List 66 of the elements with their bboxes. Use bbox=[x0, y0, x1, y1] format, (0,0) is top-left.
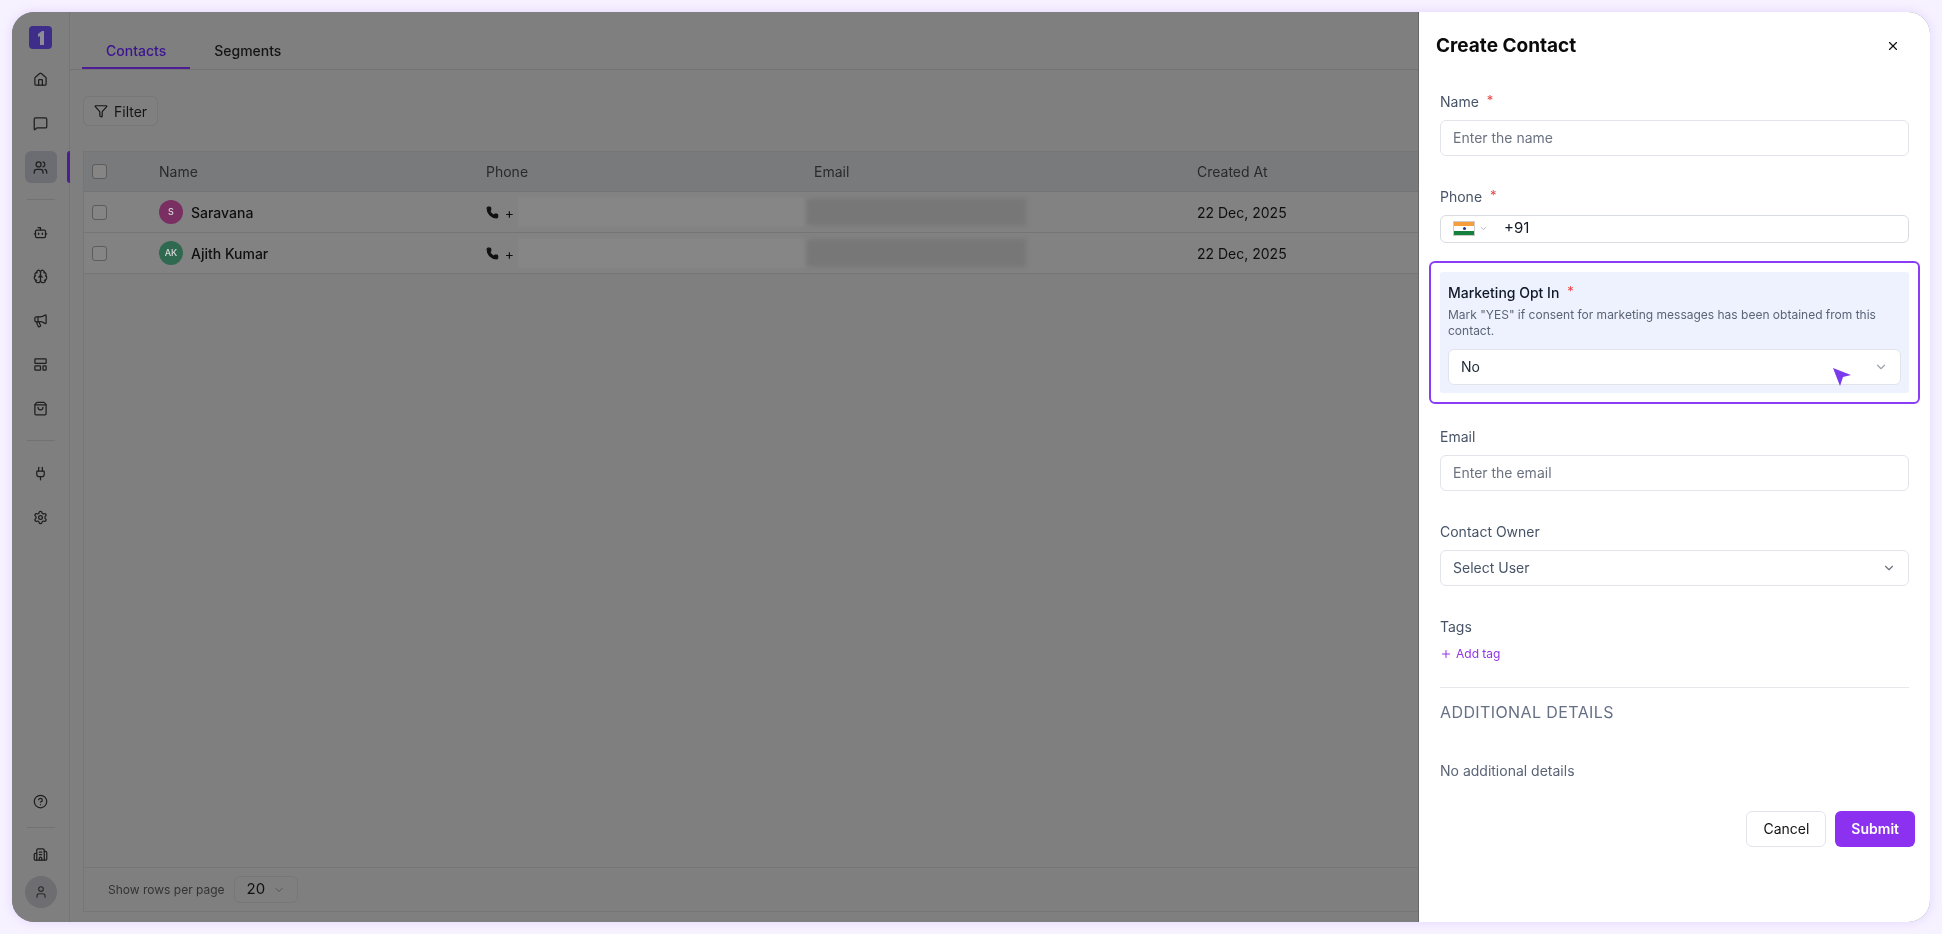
home-icon bbox=[33, 71, 48, 87]
column-header: Name bbox=[159, 163, 198, 180]
created-date: 22 Dec, 2025 bbox=[1197, 244, 1287, 262]
section-title: ADDITIONAL DETAILS bbox=[1440, 700, 1615, 724]
required-mark: * bbox=[1486, 91, 1494, 111]
required-mark: * bbox=[1490, 186, 1497, 206]
empty-state-text: No additional details bbox=[1440, 760, 1576, 781]
phone-icon bbox=[486, 246, 499, 260]
contact-name: Ajith Kumar bbox=[191, 243, 269, 264]
field-label: Tags bbox=[1440, 616, 1472, 637]
active-indicator bbox=[67, 151, 70, 183]
users-icon bbox=[33, 159, 48, 175]
phone-number: + bbox=[504, 202, 515, 223]
column-header: Phone bbox=[486, 163, 529, 180]
field-label: Phone bbox=[1440, 186, 1483, 207]
panel-title: Create Contact bbox=[1436, 33, 1577, 59]
contact-name: Saravana bbox=[191, 202, 254, 223]
phone-number: + bbox=[504, 243, 515, 264]
submit-button[interactable]: Submit bbox=[1835, 810, 1915, 847]
plug-icon bbox=[33, 465, 48, 481]
column-header: Created At bbox=[1197, 163, 1268, 180]
field-label: Email bbox=[1440, 426, 1476, 447]
checkbox[interactable] bbox=[92, 245, 107, 261]
checkbox[interactable] bbox=[92, 164, 107, 179]
tab[interactable]: Segments bbox=[190, 40, 306, 69]
bag-icon bbox=[33, 400, 48, 416]
india-flag-icon[interactable] bbox=[1453, 221, 1475, 236]
cancel-button[interactable]: Cancel bbox=[1746, 810, 1827, 847]
select-placeholder: Select User bbox=[1453, 558, 1530, 578]
checkbox[interactable] bbox=[92, 204, 107, 220]
logo-icon[interactable] bbox=[29, 26, 52, 49]
required-mark: * bbox=[1567, 282, 1574, 302]
rows-per-page-label: Show rows per page bbox=[108, 880, 225, 899]
rows-per-page-select[interactable]: 20 bbox=[233, 876, 299, 903]
avatar-button[interactable] bbox=[24, 876, 57, 908]
brain-icon bbox=[33, 268, 48, 284]
plus-icon bbox=[1440, 647, 1452, 660]
add-tag-link[interactable]: Add tag bbox=[1440, 644, 1501, 663]
help-text: Mark "YES" if consent for marketing messages has been obtained from this contact. bbox=[1448, 306, 1877, 339]
users-nav-button[interactable] bbox=[24, 151, 57, 183]
field-label: Marketing Opt In bbox=[1448, 282, 1560, 303]
megaphone-icon bbox=[33, 312, 48, 328]
field-label: Contact Owner bbox=[1440, 521, 1540, 542]
cursor-icon bbox=[1832, 366, 1852, 387]
text-field[interactable]: Enter the email bbox=[1440, 454, 1909, 491]
phone-value: +91 bbox=[1504, 217, 1530, 240]
filter-icon bbox=[94, 104, 108, 118]
robot-icon bbox=[33, 224, 48, 240]
select-field[interactable]: No bbox=[1448, 348, 1901, 385]
user-icon bbox=[33, 885, 48, 899]
settings-icon bbox=[33, 509, 48, 525]
field-label: Name bbox=[1440, 91, 1479, 112]
phone-field[interactable]: +91 bbox=[1440, 214, 1909, 243]
column-header: Email bbox=[814, 163, 850, 180]
filter-button[interactable]: Filter bbox=[83, 96, 159, 126]
avatar: AK bbox=[159, 241, 183, 265]
text-field[interactable]: Enter the name bbox=[1440, 119, 1909, 156]
chat-icon bbox=[33, 115, 48, 131]
avatar: S bbox=[159, 200, 183, 224]
layout-icon bbox=[33, 356, 48, 372]
building-icon bbox=[33, 846, 48, 862]
select-field[interactable]: Select User bbox=[1440, 549, 1909, 586]
help-icon bbox=[33, 793, 48, 809]
created-date: 22 Dec, 2025 bbox=[1197, 203, 1287, 221]
phone-icon bbox=[486, 205, 499, 219]
select-value: No bbox=[1461, 357, 1480, 377]
